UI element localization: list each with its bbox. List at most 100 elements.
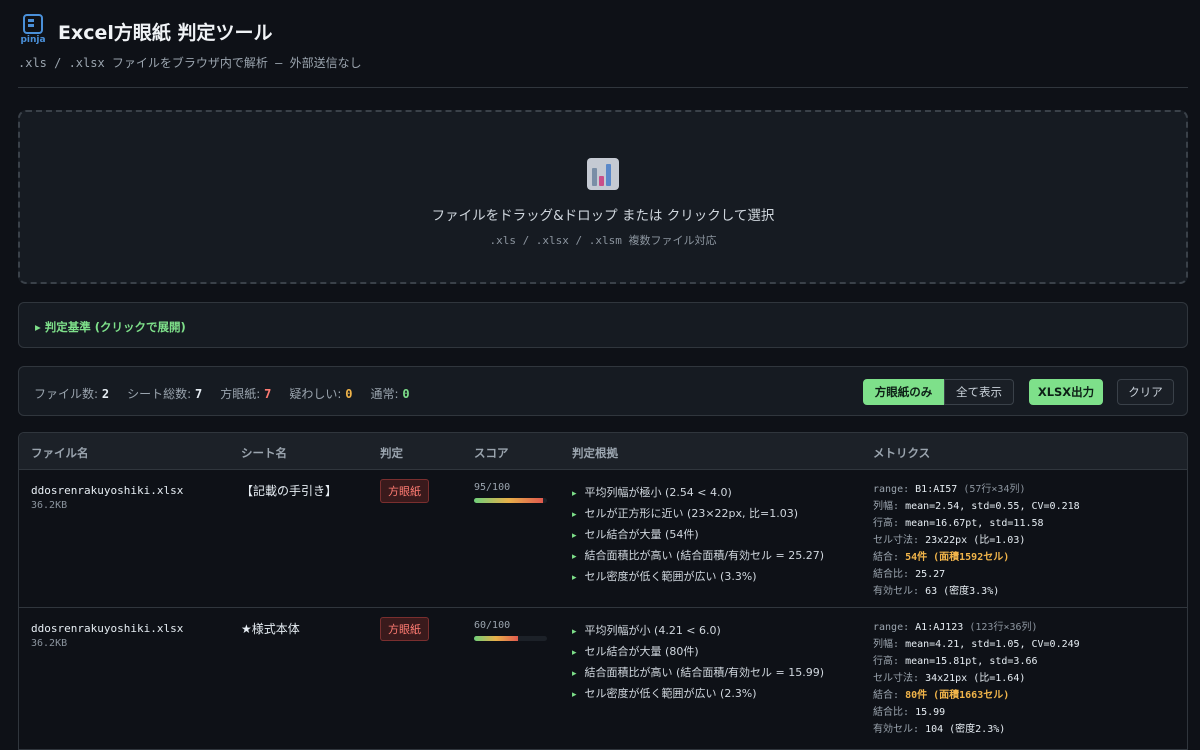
page-subtitle: .xls / .xlsx ファイルをブラウザ内で解析 — 外部送信なし — [18, 56, 362, 70]
header-divider — [18, 87, 1188, 88]
table-header: ファイル名 シート名 判定 スコア 判定根拠 メトリクス — [19, 433, 1187, 470]
reason-item: セル結合が大量 (80件) — [572, 643, 824, 664]
table-row: ddosrenrakuyoshiki.xlsx 36.2KB ★様式本体 方眼紙… — [19, 608, 1187, 749]
metric-value: 63 (密度3.3%) — [925, 586, 1000, 597]
file-size: 36.2KB — [31, 638, 68, 649]
stat-suspicious-label: 疑わしい: — [289, 387, 342, 401]
metric-range: range: A1:AJ123 (123行×36列) — [873, 618, 1080, 635]
reason-list: 平均列幅が極小 (2.54 < 4.0) セルが正方形に近い (23×22px,… — [572, 484, 825, 589]
verdict-badge: 方眼紙 — [380, 617, 429, 641]
stat-files: ファイル数: 2 — [34, 385, 109, 402]
metric-key: 結合: — [873, 690, 900, 701]
metric-key: 結合: — [873, 552, 900, 563]
stat-sheets-value: 7 — [194, 387, 203, 401]
page-title: Excel方眼紙 判定ツール — [58, 21, 273, 44]
verdict-badge: 方眼紙 — [380, 479, 429, 503]
reason-item: セル密度が低く範囲が広い (2.3%) — [572, 685, 824, 706]
metrics-block: range: A1:AJ123 (123行×36列) 列幅: mean=4.21… — [873, 618, 1080, 737]
metric-key: 結合比: — [873, 569, 910, 580]
metric-key: 列幅: — [873, 639, 900, 650]
col-header-sheet: シート名 — [241, 446, 287, 460]
metric-value: mean=2.54, std=0.55, CV=0.218 — [905, 501, 1080, 512]
metric-note: (123行×36列) — [969, 622, 1038, 633]
stat-normal: 通常: 0 — [370, 385, 409, 402]
metric-note: (57行×34列) — [963, 484, 1026, 495]
metric-value: 54件 (面積1592セル) — [905, 552, 1010, 563]
reason-list: 平均列幅が小 (4.21 < 6.0) セル結合が大量 (80件) 結合面積比が… — [572, 622, 825, 706]
score-bar — [474, 498, 547, 503]
stat-hougan-value: 7 — [264, 387, 272, 401]
score-text: 60/100 — [474, 620, 511, 631]
metric-key: range: — [873, 484, 910, 495]
metric-key: 行高: — [873, 518, 900, 529]
stat-normal-value: 0 — [402, 387, 410, 401]
metric-key: セル寸法: — [873, 535, 920, 546]
metric-merge: 結合: 80件 (面積1663セル) — [873, 686, 1080, 703]
metric-value: mean=15.81pt, std=3.66 — [905, 656, 1038, 667]
clear-button[interactable]: クリア — [1117, 379, 1174, 405]
metric-key: 有効セル: — [873, 724, 920, 735]
app-logo: pinja — [18, 14, 48, 48]
metric-key: 列幅: — [873, 501, 900, 512]
sheet-name: 【記載の手引き】 — [241, 484, 338, 498]
stat-files-value: 2 — [101, 387, 110, 401]
score-text: 95/100 — [474, 482, 511, 493]
stat-suspicious: 疑わしい: 0 — [289, 385, 352, 402]
col-header-reason: 判定根拠 — [572, 446, 618, 460]
metric-row-height: 行高: mean=15.81pt, std=3.66 — [873, 652, 1080, 669]
table-row: ddosrenrakuyoshiki.xlsx 36.2KB 【記載の手引き】 … — [19, 470, 1187, 608]
results-table: ファイル名 シート名 判定 スコア 判定根拠 メトリクス ddosrenraku… — [18, 432, 1188, 750]
reason-item: セル密度が低く範囲が広い (3.3%) — [572, 568, 824, 589]
metric-value: 80件 (面積1663セル) — [905, 690, 1010, 701]
stat-files-label: ファイル数: — [34, 387, 99, 401]
metric-range: range: B1:AI57 (57行×34列) — [873, 480, 1080, 497]
file-dropzone[interactable]: ファイルをドラッグ&ドロップ または クリックして選択 .xls / .xlsx… — [18, 110, 1188, 284]
filter-hougan-only-button[interactable]: 方眼紙のみ — [863, 379, 944, 405]
criteria-toggle[interactable]: ▸ 判定基準 (クリックで展開) — [35, 319, 186, 335]
col-header-file: ファイル名 — [31, 446, 89, 460]
reason-item: セル結合が大量 (54件) — [572, 526, 824, 547]
metric-key: 行高: — [873, 656, 900, 667]
dropzone-subtitle: .xls / .xlsx / .xlsm 複数ファイル対応 — [489, 234, 717, 247]
metric-value: A1:AJ123 — [915, 622, 964, 633]
metric-value: B1:AI57 — [915, 484, 958, 495]
metric-key: 有効セル: — [873, 586, 920, 597]
metric-value: 25.27 — [915, 569, 946, 580]
metric-cell-size: セル寸法: 34x21px (比=1.64) — [873, 669, 1080, 686]
metric-value: 15.99 — [915, 707, 946, 718]
file-name: ddosrenrakuyoshiki.xlsx — [31, 622, 184, 635]
metric-row-height: 行高: mean=16.67pt, std=11.58 — [873, 514, 1080, 531]
logo-text: pinja — [20, 35, 46, 45]
criteria-panel[interactable]: ▸ 判定基準 (クリックで展開) — [18, 302, 1188, 348]
file-size: 36.2KB — [31, 500, 68, 511]
reason-item: 結合面積比が高い (結合面積/有効セル = 25.27) — [572, 547, 825, 568]
metric-effective-cells: 有効セル: 63 (密度3.3%) — [873, 582, 1080, 599]
metric-key: セル寸法: — [873, 673, 920, 684]
reason-item: 平均列幅が小 (4.21 < 6.0) — [572, 622, 824, 643]
metric-value: 104 (密度2.3%) — [925, 724, 1006, 735]
metric-value: mean=16.67pt, std=11.58 — [905, 518, 1044, 529]
bar-chart-icon — [587, 158, 619, 190]
reason-item: 平均列幅が極小 (2.54 < 4.0) — [572, 484, 824, 505]
reason-item: 結合面積比が高い (結合面積/有効セル = 15.99) — [572, 664, 825, 685]
metric-value: 23x22px (比=1.03) — [925, 535, 1026, 546]
metric-effective-cells: 有効セル: 104 (密度2.3%) — [873, 720, 1080, 737]
sheet-name: ★様式本体 — [241, 622, 300, 636]
score-bar — [474, 636, 547, 641]
score-bar-fill — [474, 498, 544, 503]
spreadsheet-icon — [23, 14, 43, 34]
stat-normal-label: 通常: — [370, 387, 399, 401]
file-name: ddosrenrakuyoshiki.xlsx — [31, 484, 184, 497]
metric-col-width: 列幅: mean=2.54, std=0.55, CV=0.218 — [873, 497, 1080, 514]
stat-sheets-label: シート総数: — [127, 387, 192, 401]
col-header-score: スコア — [474, 446, 509, 460]
export-xlsx-button[interactable]: XLSX出力 — [1029, 379, 1103, 405]
reason-item: セルが正方形に近い (23×22px, 比=1.03) — [572, 505, 824, 526]
filter-show-all-button[interactable]: 全て表示 — [944, 379, 1014, 405]
col-header-metrics: メトリクス — [873, 446, 931, 460]
col-header-verdict: 判定 — [380, 446, 403, 460]
metric-value: mean=4.21, std=1.05, CV=0.249 — [905, 639, 1080, 650]
metric-merge-ratio: 結合比: 15.99 — [873, 703, 1080, 720]
metric-merge-ratio: 結合比: 25.27 — [873, 565, 1080, 582]
metric-key: 結合比: — [873, 707, 910, 718]
